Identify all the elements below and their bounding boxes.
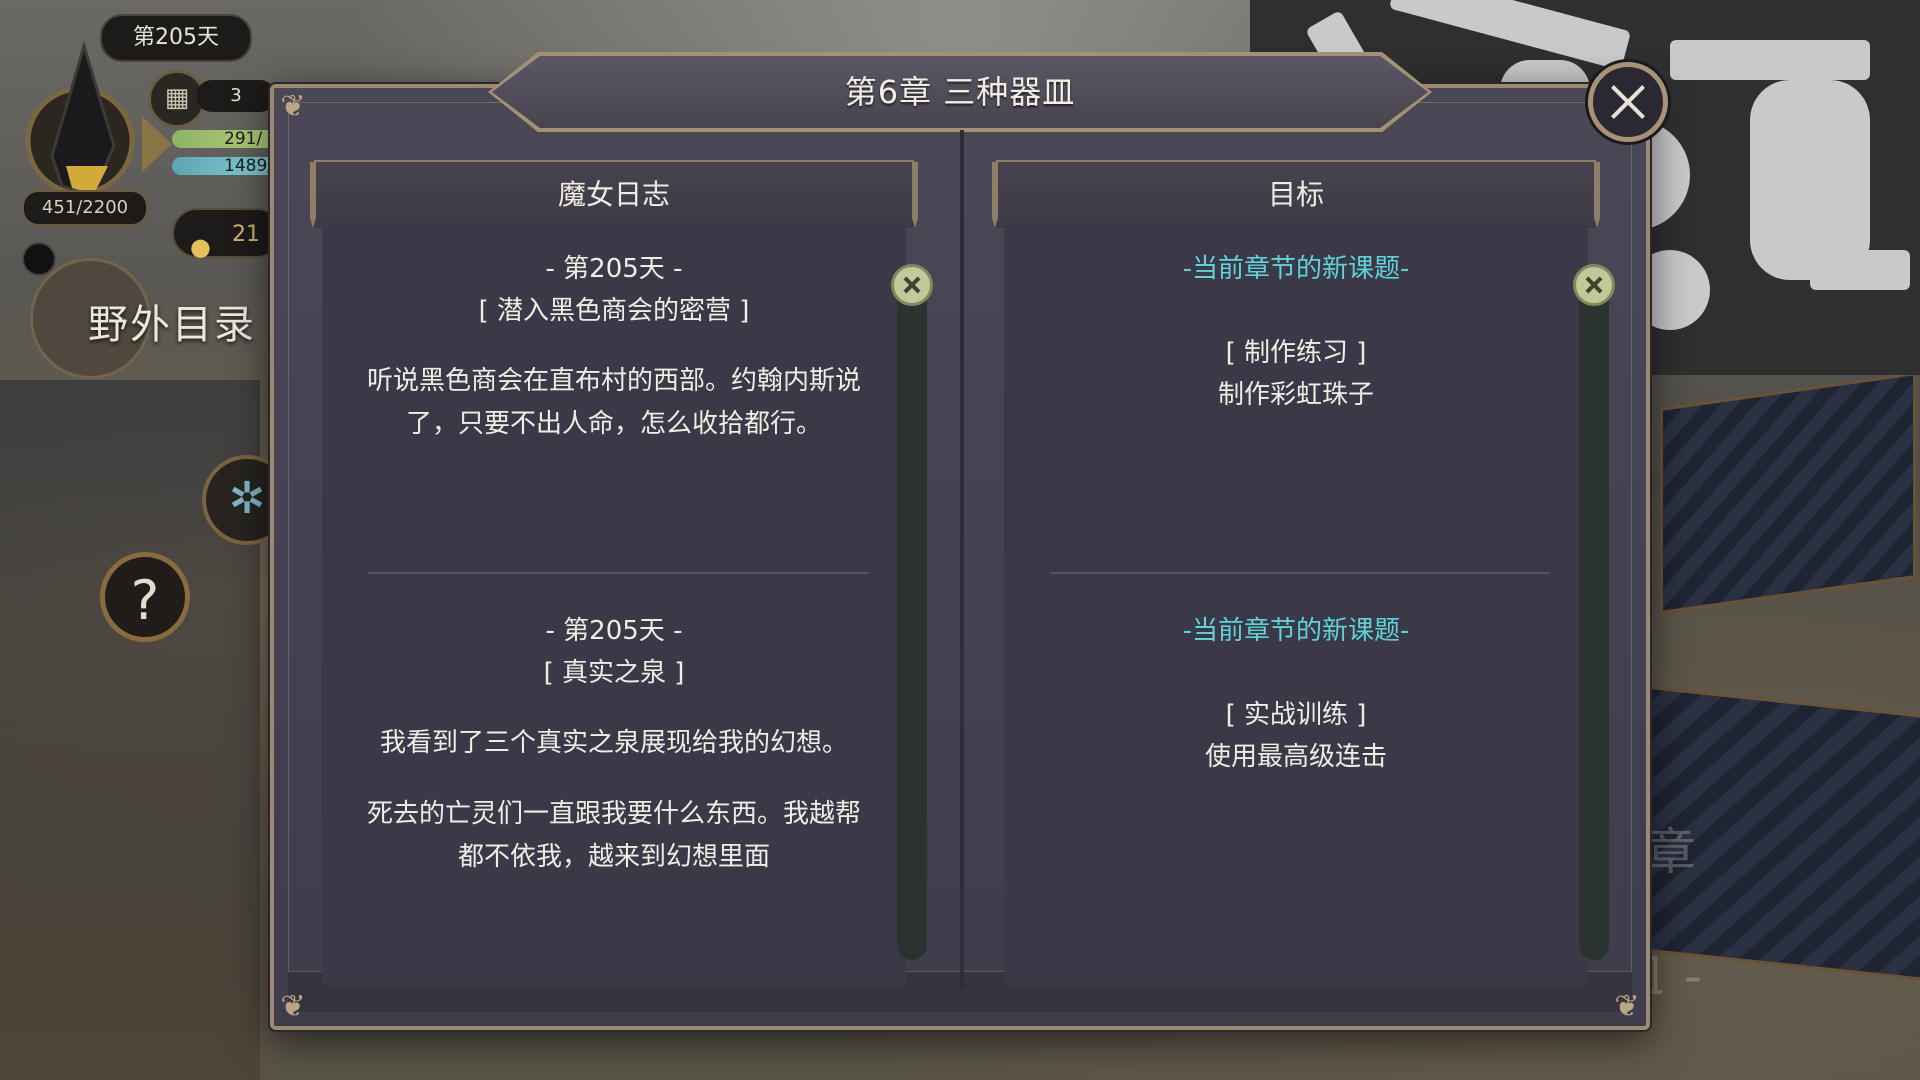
help-button[interactable]: ? <box>100 552 190 642</box>
journal-entry-text: 我看到了三个真实之泉展现给我的幻想。 <box>379 728 848 758</box>
journal-fade-overlay <box>322 916 906 986</box>
goal-entry: -当前章节的新课题- [ 制作练习 ] 制作彩虹珠子 <box>1044 248 1548 416</box>
goal-description: 使用最高级连击 <box>1204 742 1387 772</box>
goals-scrollbar[interactable] <box>1579 280 1609 960</box>
day-counter: 第205天 <box>100 14 252 62</box>
goals-panel: 目标 -当前章节的新课题- [ 制作练习 ] 制作彩虹珠子 -当前章节的新课题-… <box>996 160 1596 986</box>
journal-entry-day: - 第205天 - <box>545 616 683 646</box>
status-dot <box>22 242 56 276</box>
goal-separator <box>1050 572 1550 574</box>
journal-scroll-thumb-icon[interactable] <box>891 264 933 306</box>
goals-scroll-thumb-icon[interactable] <box>1573 264 1615 306</box>
mp-bar: 1489/ <box>172 157 282 175</box>
journal-entry-text-continued: 死去的亡灵们一直跟我要什么东西。我越帮都不依我，越来到幻想里面 <box>366 799 861 872</box>
scene-roof <box>1660 372 1916 614</box>
goals-scroll-area[interactable]: -当前章节的新课题- [ 制作练习 ] 制作彩虹珠子 -当前章节的新课题- [ … <box>1004 226 1588 986</box>
gold-coin-icon: ● <box>190 233 211 261</box>
journal-entry: - 第205天 - [ 潜入黑色商会的密营 ] 听说黑色商会在直布村的西部。约翰… <box>362 248 866 446</box>
goal-description: 制作彩虹珠子 <box>1217 380 1374 410</box>
goals-panel-header: 目标 <box>996 160 1596 228</box>
stamina-counter: 451/2200 <box>22 190 148 226</box>
corner-ornament-icon: ❦ <box>1614 989 1640 1024</box>
field-catalog-label[interactable]: 野外目录 <box>88 292 256 350</box>
gold-counter: ● 21 <box>172 208 282 261</box>
journal-scroll-area[interactable]: - 第205天 - [ 潜入黑色商会的密营 ] 听说黑色商会在直布村的西部。约翰… <box>322 226 906 986</box>
corner-ornament-icon: ❦ <box>280 989 306 1024</box>
journal-entry-day: - 第205天 - <box>545 254 683 284</box>
close-button[interactable] <box>1588 62 1668 142</box>
dialog-title: 第6章 三种器皿 <box>844 73 1076 111</box>
corner-ornament-icon: ❦ <box>280 89 306 124</box>
journal-entry-title: [ 真实之泉 ] <box>543 658 685 688</box>
journal-separator <box>368 572 868 574</box>
journal-entry: - 第205天 - [ 真实之泉 ] 我看到了三个真实之泉展现给我的幻想。 死去… <box>362 610 866 879</box>
journal-scrollbar[interactable] <box>897 280 927 960</box>
journal-entry-text: 听说黑色商会在直布村的西部。约翰内斯说了，只要不出人命，怎么收拾都行。 <box>366 366 861 439</box>
journal-panel-header: 魔女日志 <box>314 160 914 228</box>
panel-divider <box>960 130 964 990</box>
gold-amount: 21 <box>232 222 260 247</box>
journal-panel: 魔女日志 - 第205天 - [ 潜入黑色商会的密营 ] 听说黑色商会在直布村的… <box>314 160 914 986</box>
goal-entry: -当前章节的新课题- [ 实战训练 ] 使用最高级连击 <box>1044 610 1548 778</box>
goal-task: [ 制作练习 ] <box>1225 338 1367 368</box>
goal-heading: -当前章节的新课题- <box>1182 254 1410 284</box>
goal-task: [ 实战训练 ] <box>1225 700 1367 730</box>
calendar-count: 3 <box>196 80 276 112</box>
journal-entry-title: [ 潜入黑色商会的密营 ] <box>478 296 750 326</box>
goal-heading: -当前章节的新课题- <box>1182 616 1410 646</box>
hp-bar: 291/ <box>172 130 282 148</box>
